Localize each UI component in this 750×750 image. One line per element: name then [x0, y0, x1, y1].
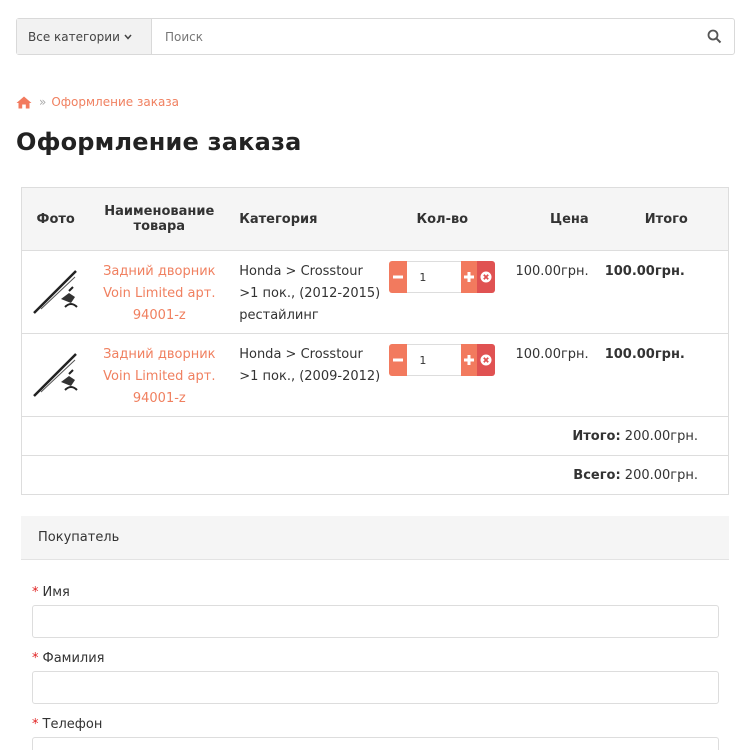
breadcrumb-separator: »: [39, 95, 47, 109]
product-name-cell: Задний дворник Voin Limited арт. 94001-z: [89, 250, 230, 334]
quantity-stepper: [384, 261, 501, 293]
chevron-down-icon: [124, 34, 132, 40]
product-category-cell: Honda > Crosstour >1 пок., (2012-2015) р…: [229, 250, 384, 334]
header-total: Итого: [600, 187, 729, 251]
search-button[interactable]: [694, 19, 734, 54]
buyer-panel-heading: Покупатель: [21, 516, 729, 560]
table-row: Задний дворник Voin Limited арт. 94001-z…: [21, 333, 729, 417]
search-icon: [707, 29, 721, 44]
phone-label: * Телефон: [32, 717, 102, 732]
home-icon[interactable]: [16, 96, 32, 109]
quantity-cell: [383, 333, 501, 417]
required-mark: *: [32, 651, 39, 666]
category-select-label: Все категории: [28, 29, 120, 44]
header-name: Наименование товара: [89, 187, 230, 251]
decrease-button[interactable]: [389, 261, 408, 293]
wiper-blade-image[interactable]: [31, 352, 81, 398]
search-bar: Все категории: [16, 18, 735, 55]
cart-header-row: Фото Наименование товара Категория Кол-в…: [21, 187, 729, 251]
grand-total-label: Всего:: [573, 467, 621, 483]
header-price: Цена: [500, 187, 601, 251]
breadcrumb: » Оформление заказа: [16, 95, 179, 109]
product-photo-cell: [21, 333, 90, 417]
increase-button[interactable]: [461, 261, 478, 293]
quantity-stepper: [384, 344, 501, 376]
grand-total-value: 200.00грн.: [624, 467, 698, 483]
table-row: Задний дворник Voin Limited арт. 94001-z…: [21, 250, 729, 334]
product-category-cell: Honda > Crosstour >1 пок., (2009-2012): [229, 333, 384, 417]
product-name-cell: Задний дворник Voin Limited арт. 94001-z: [89, 333, 230, 417]
phone-label-text: Телефон: [42, 717, 103, 732]
breadcrumb-current[interactable]: Оформление заказа: [51, 95, 179, 109]
last-name-label: * Фамилия: [32, 651, 105, 666]
category-select[interactable]: Все категории: [17, 19, 152, 54]
product-category: Honda > Crosstour >1 пок., (2012-2015) р…: [239, 264, 381, 323]
search-input[interactable]: [152, 19, 694, 54]
header-category: Категория: [229, 187, 384, 251]
minus-icon: [393, 275, 404, 279]
product-link[interactable]: Задний дворник Voin Limited арт. 94001-z: [89, 344, 229, 410]
required-mark: *: [32, 717, 39, 732]
plus-icon: [464, 272, 475, 282]
subtotal-cell: Итого: 200.00грн.: [21, 416, 729, 456]
subtotal-value: 200.00грн.: [624, 428, 698, 444]
price-cell: 100.00грн.: [500, 333, 601, 417]
last-name-label-text: Фамилия: [42, 651, 105, 666]
price-cell: 100.00грн.: [500, 250, 601, 334]
quantity-input[interactable]: [407, 344, 462, 376]
total-cell: 100.00грн.: [600, 333, 729, 417]
plus-icon: [464, 355, 475, 365]
remove-button[interactable]: [477, 344, 496, 376]
first-name-field[interactable]: [32, 605, 719, 638]
total-cell: 100.00грн.: [600, 250, 729, 334]
last-name-field[interactable]: [32, 671, 719, 704]
item-price: 100.00грн.: [515, 264, 589, 279]
wiper-blade-image[interactable]: [31, 269, 81, 315]
header-photo: Фото: [21, 187, 90, 251]
minus-icon: [393, 358, 404, 362]
required-mark: *: [32, 585, 39, 600]
quantity-input[interactable]: [407, 261, 462, 293]
item-price: 100.00грн.: [515, 347, 589, 362]
page-title: Оформление заказа: [16, 128, 302, 156]
product-category: Honda > Crosstour >1 пок., (2009-2012): [239, 347, 381, 384]
header-qty: Кол-во: [383, 187, 501, 251]
remove-button[interactable]: [477, 261, 496, 293]
subtotal-row: Итого: 200.00грн.: [21, 416, 729, 456]
item-total: 100.00грн.: [604, 264, 685, 279]
subtotal-label: Итого:: [572, 428, 621, 444]
first-name-label: * Имя: [32, 585, 70, 600]
grand-total-cell: Всего: 200.00грн.: [21, 455, 729, 495]
product-photo-cell: [21, 250, 90, 334]
cart-table: Фото Наименование товара Категория Кол-в…: [21, 187, 729, 495]
remove-icon: [480, 354, 492, 366]
product-link[interactable]: Задний дворник Voin Limited арт. 94001-z: [89, 261, 229, 327]
remove-icon: [480, 271, 492, 283]
first-name-label-text: Имя: [42, 585, 70, 600]
increase-button[interactable]: [461, 344, 478, 376]
quantity-cell: [383, 250, 501, 334]
phone-field[interactable]: [32, 737, 719, 750]
grand-total-row: Всего: 200.00грн.: [21, 455, 729, 495]
item-total: 100.00грн.: [604, 347, 685, 362]
decrease-button[interactable]: [389, 344, 408, 376]
